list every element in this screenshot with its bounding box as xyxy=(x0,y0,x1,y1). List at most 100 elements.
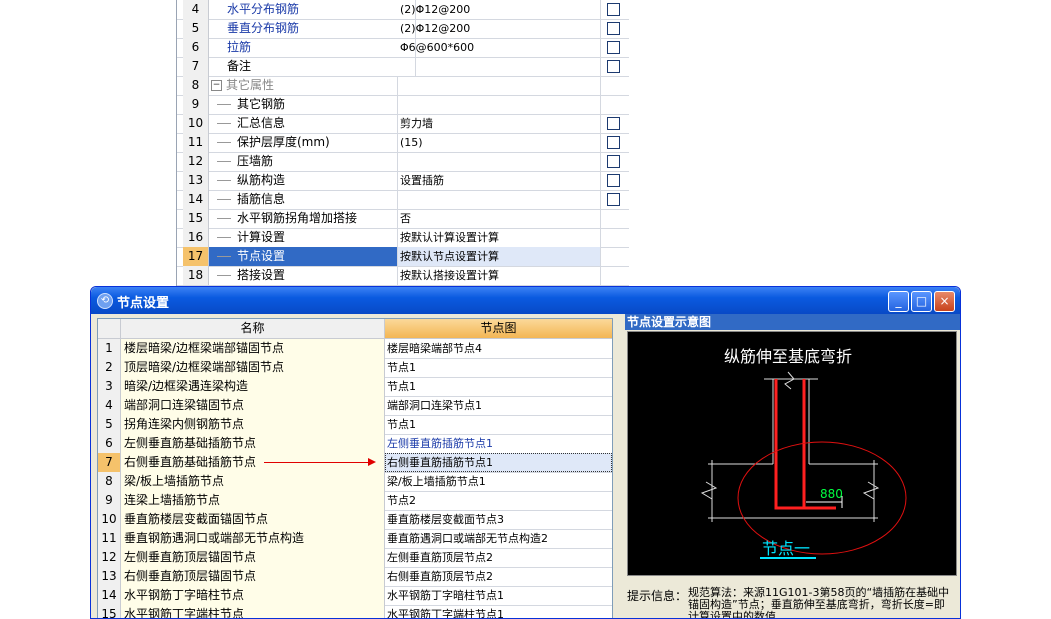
node-diagram-cell[interactable]: 节点1 xyxy=(385,415,612,434)
property-checkbox[interactable] xyxy=(607,22,620,35)
property-value[interactable]: 设置插筋 xyxy=(398,171,601,190)
property-value[interactable] xyxy=(398,95,601,114)
row-number: 1 xyxy=(98,339,121,358)
table-row[interactable]: 6 左侧垂直筋基础插筋节点 左侧垂直筋插筋节点1 xyxy=(98,434,612,454)
property-checkbox[interactable] xyxy=(607,60,620,73)
node-diagram-cell[interactable]: 垂直筋遇洞口或端部无节点构造2 xyxy=(385,529,612,548)
property-value[interactable] xyxy=(398,152,601,171)
close-button[interactable]: × xyxy=(934,291,955,312)
property-value[interactable]: (2)Φ12@200 xyxy=(398,0,601,19)
tree-line-icon xyxy=(217,161,231,162)
property-row[interactable]: 8− 其它属性 xyxy=(177,76,629,96)
property-value[interactable]: 剪力墙 xyxy=(398,114,601,133)
property-row[interactable]: 10 汇总信息 剪力墙 xyxy=(177,114,629,134)
table-row[interactable]: 1 楼层暗梁/边框梁端部锚固节点 楼层暗梁端部节点4 xyxy=(98,339,612,359)
tree-line-icon xyxy=(217,180,231,181)
property-checkbox[interactable] xyxy=(607,136,620,149)
table-row[interactable]: 7 右侧垂直筋基础插筋节点 右侧垂直筋插筋节点1 xyxy=(98,453,612,473)
property-row[interactable]: 4 水平分布钢筋 (2)Φ12@200 xyxy=(177,0,629,20)
maximize-button[interactable]: □ xyxy=(911,291,932,312)
table-row[interactable]: 10 垂直筋楼层变截面锚固节点 垂直筋楼层变截面节点3 xyxy=(98,510,612,530)
property-row[interactable]: 14 插筋信息 xyxy=(177,190,629,210)
property-row[interactable]: 6 拉筋 Φ6@600*600 xyxy=(177,38,629,58)
node-name-cell: 水平钢筋丁字暗柱节点 xyxy=(121,586,385,605)
red-arrow-head-icon xyxy=(368,458,376,466)
row-number: 7 xyxy=(98,453,121,472)
property-row[interactable]: 11 保护层厚度(mm) (15) xyxy=(177,133,629,153)
property-name: 备注 xyxy=(209,57,416,76)
property-checkbox[interactable] xyxy=(607,3,620,16)
table-row[interactable]: 14 水平钢筋丁字暗柱节点 水平钢筋丁字暗柱节点1 xyxy=(98,586,612,606)
row-number: 10 xyxy=(183,114,209,133)
row-number: 9 xyxy=(98,491,121,510)
node-diagram-cell[interactable]: 节点2 xyxy=(385,491,612,510)
property-checkbox[interactable] xyxy=(607,174,620,187)
node-diagram-cell[interactable]: 节点1 xyxy=(385,377,612,396)
property-row[interactable]: 12 压墙筋 xyxy=(177,152,629,172)
node-diagram-cell[interactable]: 左侧垂直筋插筋节点1 xyxy=(385,434,612,453)
row-number: 9 xyxy=(183,95,209,114)
node-diagram-cell[interactable]: 右侧垂直筋插筋节点1 xyxy=(385,453,612,472)
node-diagram-column-header[interactable]: 节点图 xyxy=(385,319,612,339)
property-value[interactable]: (15) xyxy=(398,133,601,152)
property-value[interactable]: 否 xyxy=(398,209,601,228)
name-column-header[interactable]: 名称 xyxy=(121,319,385,339)
node-settings-table: 名称 节点图 1 楼层暗梁/边框梁端部锚固节点 楼层暗梁端部节点4 2 顶层暗梁/边框梁… xyxy=(97,318,613,618)
property-value[interactable]: 按默认节点设置计算 xyxy=(398,247,601,266)
property-value[interactable]: 按默认搭接设置计算 xyxy=(398,266,601,285)
node-diagram-cell[interactable]: 垂直筋楼层变截面节点3 xyxy=(385,510,612,529)
node-diagram-cell[interactable]: 梁/板上墙插筋节点1 xyxy=(385,472,612,491)
property-checkbox[interactable] xyxy=(607,155,620,168)
table-row[interactable]: 12 左侧垂直筋顶层锚固节点 左侧垂直筋顶层节点2 xyxy=(98,548,612,568)
property-checkbox[interactable] xyxy=(607,41,620,54)
row-number: 13 xyxy=(98,567,121,586)
property-value[interactable]: (2)Φ12@200 xyxy=(398,19,601,38)
hint-text: 规范算法：来源11G101-3第58页的“墙插筋在基础中锚固构造”节点；垂直筋伸… xyxy=(688,586,950,619)
node-diagram-cell[interactable]: 左侧垂直筋顶层节点2 xyxy=(385,548,612,567)
property-value[interactable]: 按默认计算设置计算 xyxy=(398,228,601,247)
node-diagram-cell[interactable]: 楼层暗梁端部节点4 xyxy=(385,339,612,358)
property-name-text: 水平钢筋拐角增加搭接 xyxy=(237,211,358,225)
property-row[interactable]: 18 搭接设置 按默认搭接设置计算 xyxy=(177,266,629,286)
node-diagram-cell[interactable]: 端部洞口连梁节点1 xyxy=(385,396,612,415)
property-row[interactable]: 15 水平钢筋拐角增加搭接 否 xyxy=(177,209,629,229)
collapse-icon[interactable]: − xyxy=(211,80,222,91)
property-checkbox[interactable] xyxy=(607,193,620,206)
property-value[interactable]: Φ6@600*600 xyxy=(398,38,601,57)
property-name: 纵筋构造 xyxy=(209,171,398,190)
table-row[interactable]: 3 暗梁/边框梁遇连梁构造 节点1 xyxy=(98,377,612,397)
node-diagram-cell[interactable]: 右侧垂直筋顶层节点2 xyxy=(385,567,612,586)
property-row[interactable]: 16 计算设置 按默认计算设置计算 xyxy=(177,228,629,248)
tree-line-icon xyxy=(217,218,231,219)
dialog-titlebar[interactable]: ⟲ 节点设置 _ □ × xyxy=(91,287,960,314)
table-row[interactable]: 9 连梁上墙插筋节点 节点2 xyxy=(98,491,612,511)
node-name-cell: 垂直筋楼层变截面锚固节点 xyxy=(121,510,385,529)
property-row[interactable]: 17 节点设置 按默认节点设置计算 xyxy=(177,247,629,267)
property-row[interactable]: 5 垂直分布钢筋 (2)Φ12@200 xyxy=(177,19,629,39)
property-value[interactable] xyxy=(398,190,601,209)
property-row[interactable]: 7 备注 xyxy=(177,57,629,77)
hint-label: 提示信息： xyxy=(627,589,688,603)
table-row[interactable]: 4 端部洞口连梁锚固节点 端部洞口连梁节点1 xyxy=(98,396,612,416)
node-diagram-cell[interactable]: 节点1 xyxy=(385,358,612,377)
property-row[interactable]: 13 纵筋构造 设置插筋 xyxy=(177,171,629,191)
row-number: 12 xyxy=(98,548,121,567)
tree-line-icon xyxy=(217,199,231,200)
node-name-cell: 楼层暗梁/边框梁端部锚固节点 xyxy=(121,339,385,358)
wall-outline xyxy=(700,371,880,522)
property-grid: 4 水平分布钢筋 (2)Φ12@200 5 垂直分布钢筋 (2)Φ12@200 6 拉筋 Φ6@… xyxy=(176,0,629,287)
node-diagram-cell[interactable]: 水平钢筋丁字暗柱节点1 xyxy=(385,586,612,605)
table-row[interactable]: 2 顶层暗梁/边框梁端部锚固节点 节点1 xyxy=(98,358,612,378)
property-name: 水平钢筋拐角增加搭接 xyxy=(209,209,398,228)
table-row[interactable]: 13 右侧垂直筋顶层锚固节点 右侧垂直筋顶层节点2 xyxy=(98,567,612,587)
property-value[interactable] xyxy=(398,76,601,95)
table-row[interactable]: 8 梁/板上墙插筋节点 梁/板上墙插筋节点1 xyxy=(98,472,612,492)
property-name: 节点设置 xyxy=(209,247,398,266)
minimize-button[interactable]: _ xyxy=(888,291,909,312)
table-row[interactable]: 5 拐角连梁内侧钢筋节点 节点1 xyxy=(98,415,612,435)
property-value[interactable] xyxy=(398,57,601,76)
table-row[interactable]: 11 垂直钢筋遇洞口或端部无节点构造 垂直筋遇洞口或端部无节点构造2 xyxy=(98,529,612,549)
node-name-cell: 暗梁/边框梁遇连梁构造 xyxy=(121,377,385,396)
property-row[interactable]: 9 其它钢筋 xyxy=(177,95,629,115)
property-checkbox[interactable] xyxy=(607,117,620,130)
